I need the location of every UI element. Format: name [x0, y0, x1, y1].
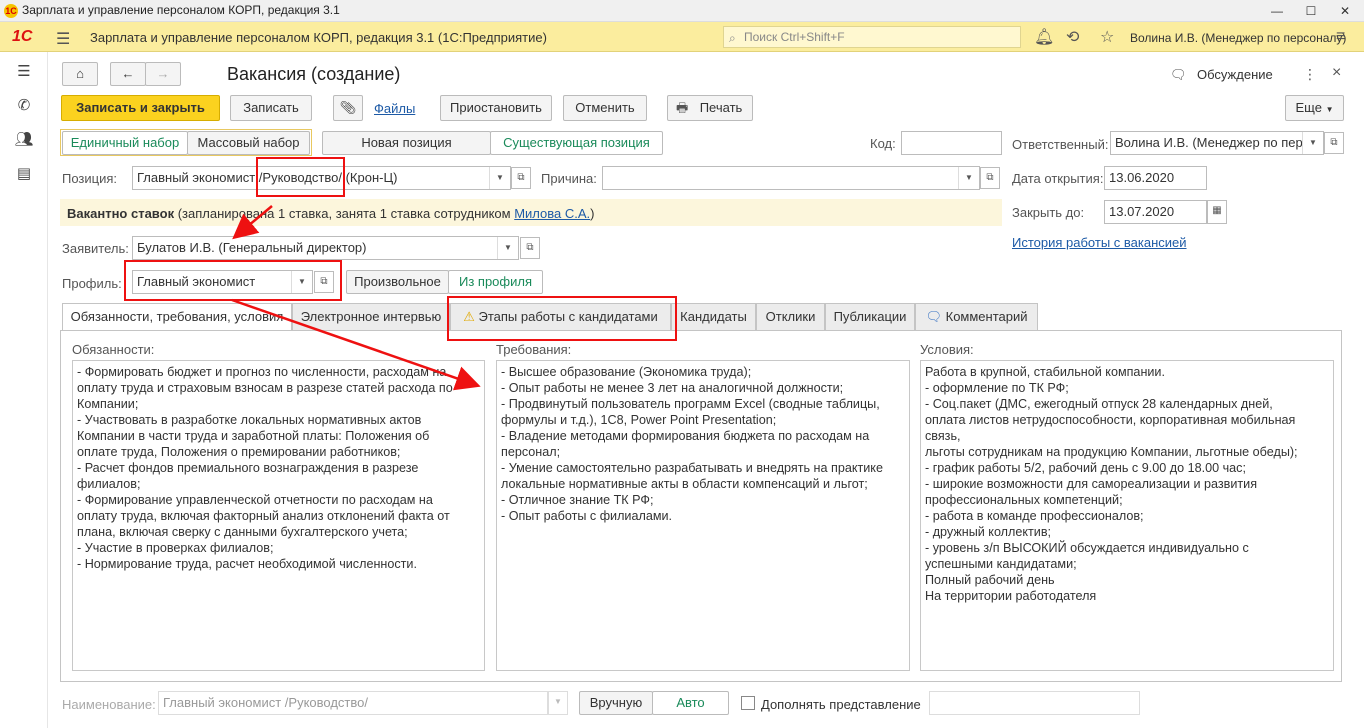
annotation-arrows — [231, 205, 481, 391]
arrow-to-profile — [232, 205, 273, 240]
arrow-to-requirements — [231, 298, 481, 391]
